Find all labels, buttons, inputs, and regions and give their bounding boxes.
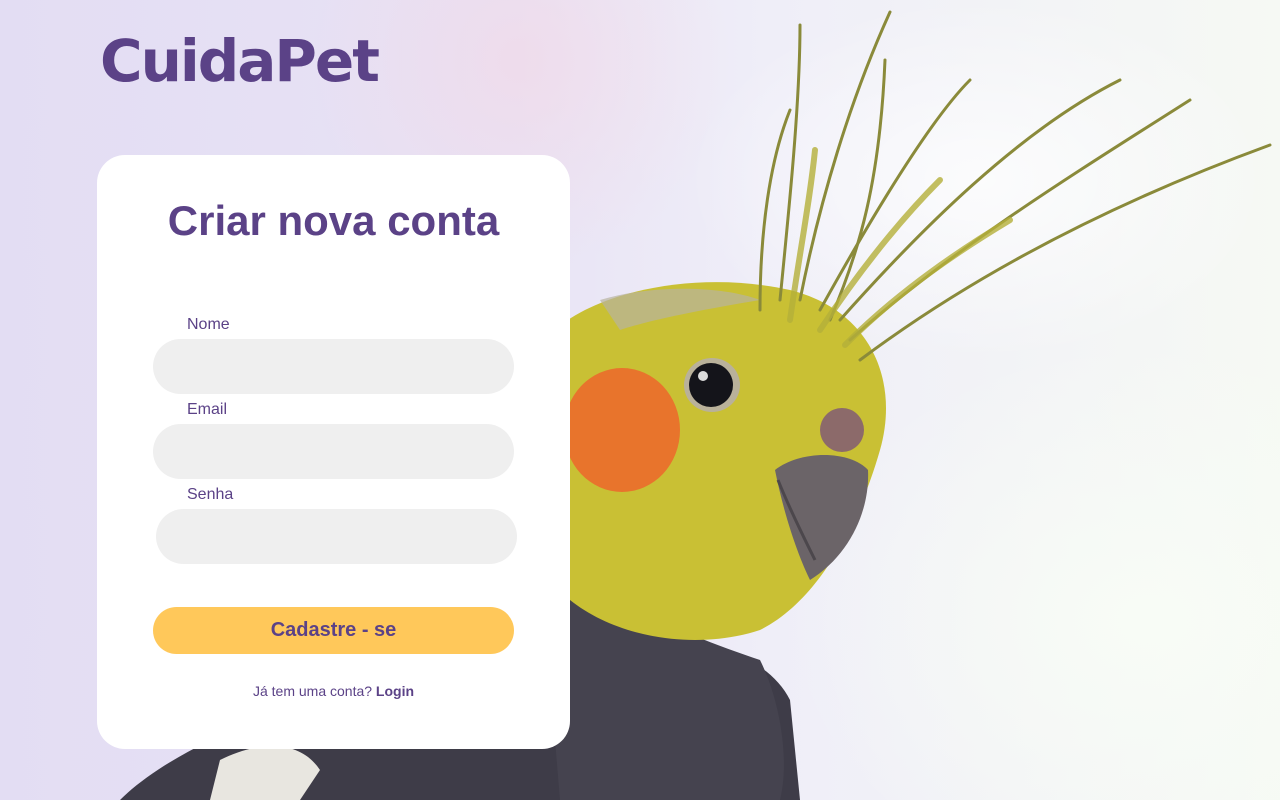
email-input[interactable] xyxy=(153,424,514,479)
signup-card: Criar nova conta Nome Email Senha Cadast… xyxy=(97,155,570,749)
name-label: Nome xyxy=(187,316,230,333)
password-label: Senha xyxy=(187,486,234,503)
email-label: Email xyxy=(187,401,228,418)
name-input[interactable] xyxy=(153,339,514,394)
login-link[interactable]: Login xyxy=(376,683,414,699)
cuidapet-logo[interactable]: CuidaPet xyxy=(100,32,380,90)
signup-button[interactable]: Cadastre - se xyxy=(153,607,514,654)
login-prompt-text: Já tem uma conta? xyxy=(252,683,373,699)
login-prompt-line: Já tem uma conta? Login xyxy=(97,683,570,699)
form-title: Criar nova conta xyxy=(167,197,500,244)
password-input[interactable] xyxy=(156,509,517,564)
